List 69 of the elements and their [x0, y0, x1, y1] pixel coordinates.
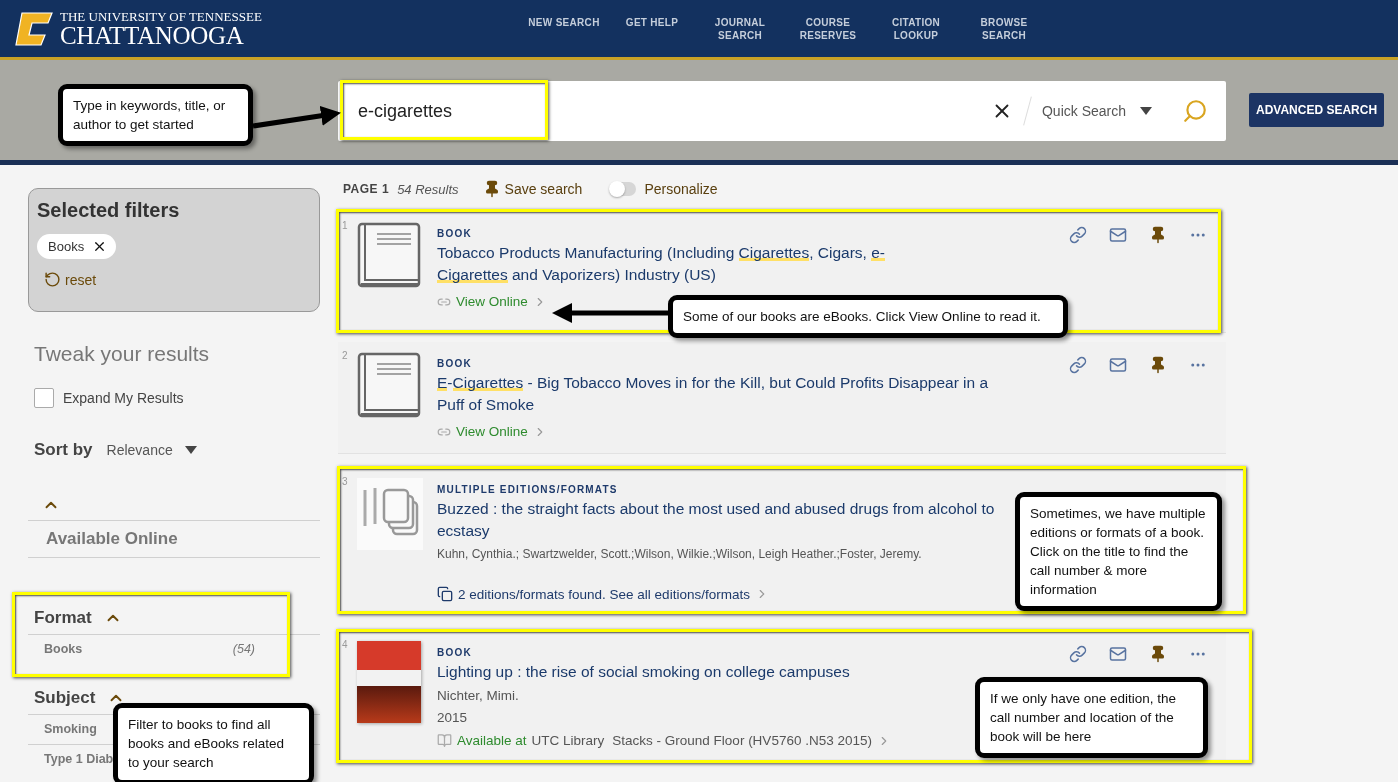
annotation-tooltip: Filter to books to find all books and eBooks related to your search: [113, 703, 314, 782]
facet-title: Subject: [34, 688, 96, 708]
sort-dropdown[interactable]: Relevance: [106, 442, 197, 458]
result-type: BOOK: [437, 228, 472, 239]
shelf-location: Stacks - Ground Floor (HV5760 .N53 2015): [612, 733, 872, 748]
mail-icon[interactable]: [1109, 356, 1127, 374]
search-icon[interactable]: [1182, 98, 1208, 124]
result-number: 4: [342, 639, 348, 650]
result-number: 1: [342, 220, 348, 231]
facet-item[interactable]: Books (54): [28, 635, 320, 664]
annotation-tooltip: Sometimes, we have multiple editions or formats of a book. Click on the title to find the call number & more information: [1015, 492, 1222, 611]
result-authors: Kuhn, Cynthia.; Swartzwelder, Scott.;Wilson, Wilkie.;Wilson, Leigh Heather.;Foster, Jeremy.: [437, 546, 922, 563]
library-name: UTC Library: [531, 733, 605, 748]
logo-icon: [14, 10, 54, 47]
filters-title: Selected filters: [37, 199, 181, 222]
reset-link[interactable]: reset: [44, 271, 311, 288]
nav-link[interactable]: COURSE RESERVES: [784, 15, 872, 42]
scope-dropdown[interactable]: Quick Search: [1041, 103, 1152, 119]
editions-icon: [437, 586, 453, 602]
availability-status[interactable]: Available at: [457, 733, 527, 748]
editions-link[interactable]: 2 editions/formats found. See all editions/formats: [458, 586, 750, 602]
result-title[interactable]: E-Cigarettes - Big Tobacco Moves in for the Kill, but Could Profits Disappear in a Puff of Smoke: [437, 372, 997, 416]
nav-link[interactable]: CITATION LOOKUP: [872, 15, 960, 42]
page-label: PAGE 1: [343, 182, 390, 196]
section-title: Tweak your results: [34, 342, 211, 366]
search-field[interactable]: e-cigarettes Quick Search: [338, 81, 1226, 141]
pin-icon[interactable]: [1149, 645, 1167, 663]
result-number: 2: [342, 350, 348, 361]
result-title[interactable]: Lighting up : the rise of social smoking on college campuses: [437, 661, 850, 683]
reset-icon: [44, 271, 61, 288]
filter-chip[interactable]: Books: [37, 234, 117, 259]
nav-link[interactable]: GET HELP: [608, 15, 696, 42]
book-icon: [437, 733, 452, 748]
expand-checkbox[interactable]: Expand My Results: [34, 388, 320, 408]
caret-icon: [184, 446, 197, 454]
stacked-pages-icon: [357, 478, 423, 550]
advanced-search-button[interactable]: ADVANCED SEARCH: [1249, 93, 1385, 127]
save-search-button[interactable]: Save search: [482, 180, 583, 198]
facet-item[interactable]: Available Online: [28, 521, 320, 558]
view-online-link[interactable]: View Online: [456, 294, 528, 309]
pin-icon[interactable]: [1149, 356, 1167, 374]
result-year: 2015: [437, 709, 468, 727]
link-icon[interactable]: [1069, 356, 1087, 374]
result-number: 3: [342, 476, 348, 487]
toggle-label: Personalize: [644, 181, 718, 197]
result-type: BOOK: [437, 358, 472, 369]
nav-link[interactable]: BROWSE SEARCH: [960, 15, 1048, 42]
link-icon[interactable]: [1069, 645, 1087, 663]
sort-label: Sort by: [34, 440, 93, 460]
facet-title: Format: [34, 608, 92, 628]
result-type: MULTIPLE EDITIONS/FORMATS: [437, 484, 618, 495]
annotation-tooltip: Type in keywords, title, or author to get started: [58, 84, 253, 146]
personalize-toggle[interactable]: [610, 182, 637, 196]
logo-text: THE UNIVERSITY OF TENNESSEE: [60, 9, 262, 23]
view-online-link[interactable]: View Online: [456, 424, 528, 439]
caret-icon: [1140, 107, 1152, 115]
pin-icon[interactable]: [1149, 226, 1167, 244]
results-count: 54 Results: [397, 181, 459, 197]
result-authors: Nichter, Mimi.: [437, 687, 519, 705]
nav-link[interactable]: JOURNAL SEARCH: [696, 15, 784, 42]
link-icon[interactable]: [1069, 226, 1087, 244]
mail-icon[interactable]: [1109, 645, 1127, 663]
logo-text: CHATTANOOGA: [60, 22, 245, 48]
mail-icon[interactable]: [1109, 226, 1127, 244]
result-title[interactable]: Buzzed : the straight facts about the most used and abused drugs from alcohol to ecstasy: [437, 498, 997, 542]
annotation-tooltip: Some of our books are eBooks. Click View Online to read it.: [668, 295, 1068, 338]
result-type: BOOK: [437, 647, 472, 658]
annotation-tooltip: If we only have one edition, the call number and location of the book will be here: [975, 677, 1208, 758]
nav-link[interactable]: NEW SEARCH: [520, 15, 608, 42]
